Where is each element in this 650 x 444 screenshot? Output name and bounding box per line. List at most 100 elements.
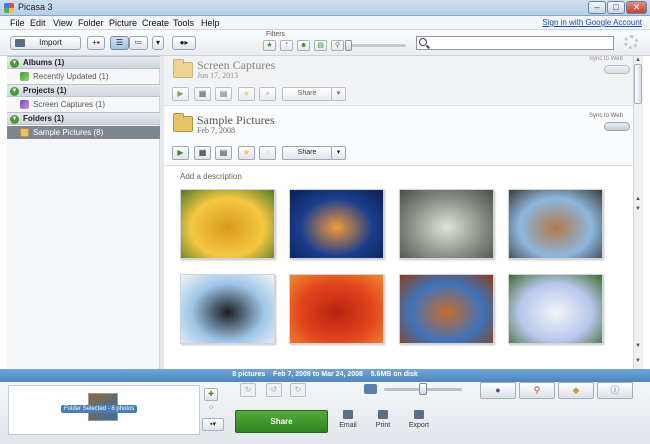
places-pane-button[interactable]: ⚲: [519, 382, 555, 399]
folders-header[interactable]: ▼ Folders (1): [7, 112, 160, 125]
scrollbar-thumb[interactable]: [634, 64, 642, 104]
sync-to-web-toggle[interactable]: [604, 65, 630, 74]
picasa-logo-icon: [4, 3, 14, 13]
photo-thumbnail[interactable]: [289, 189, 384, 259]
share-button[interactable]: Share: [282, 87, 332, 101]
view-mode-list-button[interactable]: ☰: [110, 36, 129, 50]
view-mode-tree-button[interactable]: ≔: [129, 36, 148, 50]
photo-thumbnail[interactable]: [289, 274, 384, 344]
photo-thumbnail[interactable]: [180, 189, 275, 259]
auto-fix-button[interactable]: ↻: [240, 383, 256, 397]
clear-icon: ○: [208, 404, 214, 411]
export-button[interactable]: Export: [402, 410, 436, 429]
menu-file[interactable]: File: [10, 18, 25, 28]
collage-button[interactable]: ▦: [194, 87, 211, 101]
add-to-album-tray-button[interactable]: ▪▾: [202, 418, 224, 431]
properties-pane-button[interactable]: ⓘ: [597, 382, 633, 399]
menu-view[interactable]: View: [53, 18, 72, 28]
filter-date-slider[interactable]: [345, 40, 352, 51]
menu-folder[interactable]: Folder: [78, 18, 104, 28]
add-to-album-button[interactable]: +▪: [87, 36, 105, 50]
menu-edit[interactable]: Edit: [30, 18, 46, 28]
share-upload-button[interactable]: Share: [235, 410, 328, 433]
scroll-down-arrow-icon[interactable]: ▼: [634, 343, 642, 349]
menu-tools[interactable]: Tools: [173, 18, 194, 28]
status-bar: 8 pictures Feb 7, 2008 to Mar 24, 2008 5…: [0, 369, 650, 382]
scroll-up-arrow-icon[interactable]: ▲: [634, 57, 642, 63]
photo-thumbnail[interactable]: [508, 274, 603, 344]
share-dropdown-button[interactable]: ▾: [331, 146, 346, 160]
maximize-button[interactable]: □: [607, 1, 625, 14]
sync-to-web-toggle[interactable]: [604, 122, 630, 131]
add-description-field[interactable]: Add a description: [180, 172, 242, 181]
collage-icon: ▦: [198, 148, 207, 157]
albums-header[interactable]: ▼ Albums (1): [7, 56, 160, 69]
people-pane-button[interactable]: ●: [480, 382, 516, 399]
upload-button[interactable]: ▫: [259, 146, 276, 160]
collapse-arrow-icon[interactable]: ▼: [10, 115, 19, 124]
share-dropdown-button[interactable]: ▾: [331, 87, 346, 101]
menu-picture[interactable]: Picture: [109, 18, 137, 28]
scroll-up-arrow-icon[interactable]: ▲: [634, 196, 642, 202]
rotate-right-button[interactable]: ↻: [290, 383, 306, 397]
clear-tray-button[interactable]: ○: [204, 402, 218, 415]
play-slideshow-button[interactable]: ▶: [172, 87, 189, 101]
people-button[interactable]: ●▸: [172, 36, 196, 50]
collapse-arrow-icon[interactable]: ▼: [10, 87, 19, 96]
play-slideshow-button[interactable]: ▶: [172, 146, 189, 160]
search-input[interactable]: [416, 36, 614, 50]
projects-header[interactable]: ▼ Projects (1): [7, 84, 160, 97]
movie-icon: ▤: [219, 148, 228, 157]
filter-movies-button[interactable]: ▤: [314, 40, 327, 51]
window-title: Picasa 3: [18, 2, 53, 12]
email-button[interactable]: Email: [331, 410, 365, 429]
filter-geotag-button[interactable]: ⚲: [331, 40, 344, 51]
scroll-down-arrow-icon[interactable]: ▼: [634, 358, 642, 364]
sign-in-link[interactable]: Sign in with Google Account: [542, 18, 642, 27]
collapse-arrow-icon[interactable]: ▼: [10, 59, 19, 68]
tray-selection-label: Folder Selected - 8 photos: [61, 405, 138, 413]
person-icon: ●▸: [179, 38, 189, 47]
photo-thumbnail[interactable]: [508, 189, 603, 259]
photo-thumbnail[interactable]: [399, 189, 494, 259]
filter-uploaded-button[interactable]: ⇡: [280, 40, 293, 51]
sidebar-item-sample-pictures[interactable]: Sample Pictures (8): [7, 126, 160, 139]
sidebar-item-label: Screen Captures (1): [33, 100, 106, 109]
geotag-icon: ⚲: [334, 42, 341, 49]
folder-icon: [20, 128, 29, 137]
hold-button[interactable]: ✚: [204, 388, 218, 401]
close-button[interactable]: ✕: [626, 1, 647, 14]
menu-create[interactable]: Create: [142, 18, 169, 28]
folder-icon: [173, 113, 193, 132]
minimize-button[interactable]: –: [588, 1, 606, 14]
print-icon: [378, 410, 388, 419]
filter-date-slider-track: [346, 44, 406, 47]
movie-icon: ▤: [219, 89, 228, 98]
collage-button[interactable]: ▦: [194, 146, 211, 160]
collage-icon: ▦: [198, 89, 207, 98]
photo-thumbnail[interactable]: [399, 274, 494, 344]
star-button[interactable]: ★: [238, 146, 255, 160]
tags-pane-button[interactable]: ◆: [558, 382, 594, 399]
sidebar-item-recently-updated[interactable]: Recently Updated (1): [7, 70, 160, 83]
scroll-down-arrow-icon[interactable]: ▼: [634, 206, 642, 212]
folders-label: Folders (1): [23, 114, 64, 123]
thumbnail-size-slider[interactable]: [419, 383, 427, 395]
thumbnail-size-icon: [364, 384, 377, 394]
share-button[interactable]: Share: [282, 146, 332, 160]
star-button[interactable]: ★: [238, 87, 255, 101]
import-button[interactable]: Import: [10, 36, 81, 50]
folder-date: Feb 7, 2008: [197, 126, 235, 135]
menu-help[interactable]: Help: [201, 18, 220, 28]
photo-thumbnail[interactable]: [180, 274, 275, 344]
movie-button[interactable]: ▤: [215, 146, 232, 160]
print-button[interactable]: Print: [366, 410, 400, 429]
filter-faces-button[interactable]: ☻: [297, 40, 310, 51]
filter-starred-button[interactable]: ★: [263, 40, 276, 51]
import-label: Import: [39, 38, 62, 47]
upload-button[interactable]: ▫: [259, 87, 276, 101]
movie-button[interactable]: ▤: [215, 87, 232, 101]
rotate-left-button[interactable]: ↺: [266, 383, 282, 397]
view-dropdown-button[interactable]: ▾: [152, 36, 164, 50]
sidebar-item-screen-captures[interactable]: Screen Captures (1): [7, 98, 160, 111]
